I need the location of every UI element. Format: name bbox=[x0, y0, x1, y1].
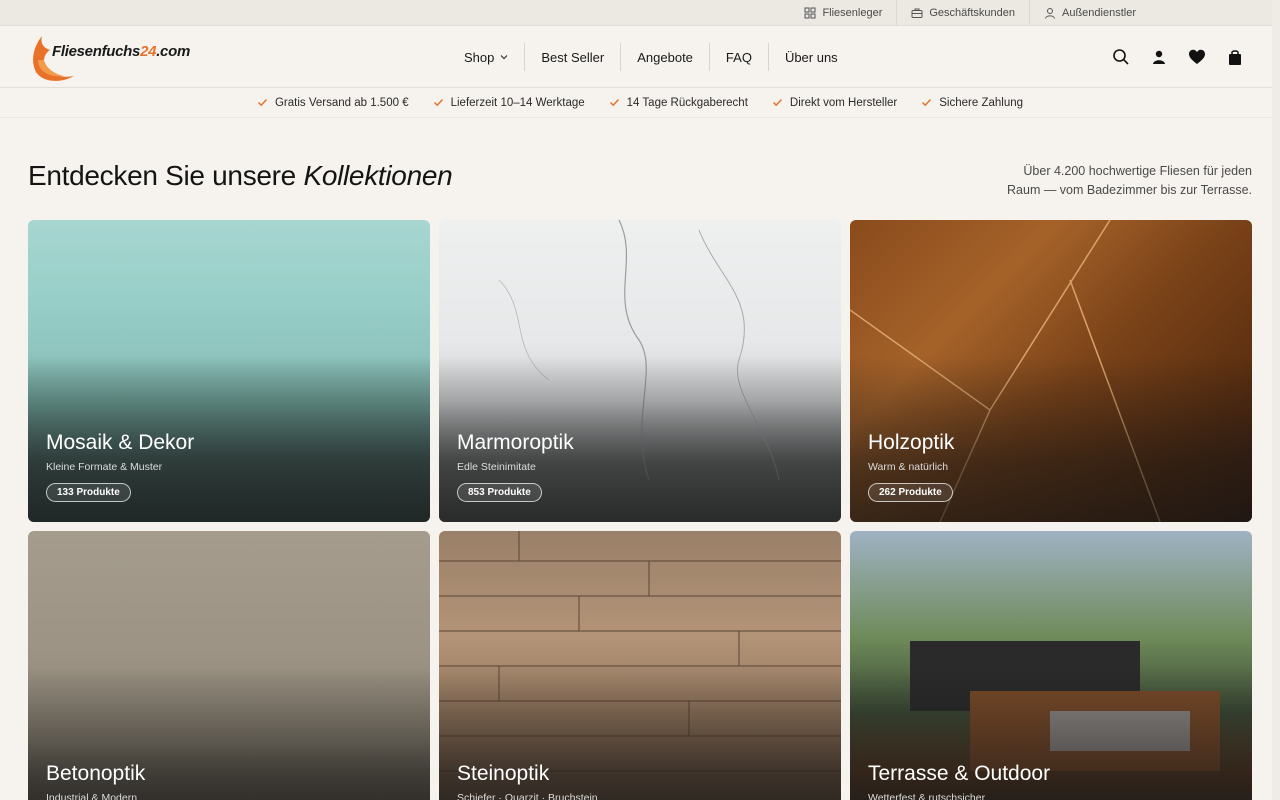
person-icon bbox=[1045, 7, 1055, 19]
collection-info: Mosaik & Dekor Kleine Formate & Muster 1… bbox=[46, 431, 194, 502]
collection-title: Holzoptik bbox=[868, 431, 955, 454]
nav-faq[interactable]: FAQ bbox=[708, 43, 768, 71]
collection-subtitle: Kleine Formate & Muster bbox=[46, 461, 163, 473]
account-icon[interactable] bbox=[1150, 48, 1168, 66]
product-count-badge: 853 Produkte bbox=[457, 483, 542, 502]
collection-title: Marmoroptik bbox=[457, 431, 574, 454]
collection-title: Mosaik & Dekor bbox=[46, 431, 195, 454]
collection-subtitle: Edle Steinimitate bbox=[457, 461, 536, 473]
product-count-badge: 133 Produkte bbox=[46, 483, 131, 502]
collection-info: Marmoroptik Edle Steinimitate 853 Produk… bbox=[457, 431, 574, 502]
collection-subtitle: Industrial & Modern bbox=[46, 792, 138, 800]
logo-wordmark: Fliesenfuchs24.com bbox=[52, 43, 190, 60]
bag-icon[interactable] bbox=[1226, 48, 1244, 66]
usp-item: Lieferzeit 10–14 Werktage bbox=[433, 97, 585, 109]
grid-icon bbox=[804, 7, 816, 18]
heart-icon[interactable] bbox=[1188, 48, 1206, 66]
nav-ueber-uns[interactable]: Über uns bbox=[767, 43, 854, 71]
collection-title: Steinoptik bbox=[457, 762, 550, 785]
main-header: Fliesenfuchs24.com Shop Best Seller Ange… bbox=[0, 26, 1280, 88]
nav-shop[interactable]: Shop bbox=[448, 43, 524, 71]
topbar-link-label: Geschäftskunden bbox=[929, 6, 1015, 19]
topbar-link-geschaeftskunden[interactable]: Geschäftskunden bbox=[896, 0, 1029, 25]
usp-bar: Gratis Versand ab 1.500 € Lieferzeit 10–… bbox=[0, 88, 1280, 118]
top-utility-bar: Fliesenleger Geschäftskunden Außendienst… bbox=[0, 0, 1280, 26]
checkmark-icon bbox=[433, 98, 443, 107]
collections-header: Entdecken Sie unsere Kollektionen Über 4… bbox=[28, 160, 1252, 197]
collection-title: Betonoptik bbox=[46, 762, 146, 785]
collection-subtitle: Wetterfest & rutschsicher bbox=[868, 792, 986, 800]
search-icon[interactable] bbox=[1112, 48, 1130, 66]
topbar-link-aussendienstler[interactable]: Außendienstler bbox=[1029, 0, 1150, 25]
collection-card-marmor[interactable]: Marmoroptik Edle Steinimitate 853 Produk… bbox=[439, 220, 841, 522]
collection-card-mosaik[interactable]: Mosaik & Dekor Kleine Formate & Muster 1… bbox=[28, 220, 430, 522]
usp-item: Direkt vom Hersteller bbox=[772, 97, 897, 109]
topbar-link-label: Außendienstler bbox=[1062, 6, 1136, 19]
chevron-down-icon bbox=[500, 55, 508, 60]
nav-best-seller[interactable]: Best Seller bbox=[524, 43, 620, 71]
collection-info: Steinoptik Schiefer · Quarzit · Bruchste… bbox=[457, 762, 598, 800]
collection-info: Betonoptik Industrial & Modern bbox=[46, 762, 145, 800]
collection-info: Terrasse & Outdoor Wetterfest & rutschsi… bbox=[868, 762, 1050, 800]
collection-subtitle: Warm & natürlich bbox=[868, 461, 949, 473]
collection-info: Holzoptik Warm & natürlich 262 Produkte bbox=[868, 431, 954, 502]
section-subtitle: Über 4.200 hochwertige Fliesen für jeden… bbox=[1007, 164, 1252, 197]
collection-title: Terrasse & Outdoor bbox=[868, 762, 1051, 785]
collection-grid: Mosaik & Dekor Kleine Formate & Muster 1… bbox=[28, 220, 1252, 800]
product-count-badge: 262 Produkte bbox=[868, 483, 953, 502]
header-icon-group bbox=[1112, 26, 1244, 88]
checkmark-icon bbox=[922, 98, 932, 107]
checkmark-icon bbox=[257, 98, 268, 107]
collection-subtitle: Schiefer · Quarzit · Bruchstein bbox=[457, 792, 598, 800]
checkmark-icon bbox=[772, 98, 782, 107]
topbar-link-label: Fliesenleger bbox=[822, 6, 883, 19]
topbar-link-fliesenleger[interactable]: Fliesenleger bbox=[790, 0, 896, 25]
collection-card-terrasse[interactable]: Terrasse & Outdoor Wetterfest & rutschsi… bbox=[850, 531, 1252, 800]
nav-angebote[interactable]: Angebote bbox=[620, 43, 709, 71]
page-scrollbar[interactable] bbox=[1272, 0, 1280, 800]
collection-card-stein[interactable]: Steinoptik Schiefer · Quarzit · Bruchste… bbox=[439, 531, 841, 800]
main-navigation: Shop Best Seller Angebote FAQ Über uns bbox=[448, 26, 854, 88]
collection-card-holz[interactable]: Holzoptik Warm & natürlich 262 Produkte bbox=[850, 220, 1252, 522]
checkmark-icon bbox=[609, 98, 619, 107]
briefcase-icon bbox=[911, 8, 923, 18]
usp-item: Sichere Zahlung bbox=[921, 97, 1023, 109]
usp-item: 14 Tage Rückgaberecht bbox=[609, 97, 748, 109]
site-logo[interactable]: Fliesenfuchs24.com bbox=[28, 30, 190, 84]
collection-card-beton[interactable]: Betonoptik Industrial & Modern bbox=[28, 531, 430, 800]
usp-item: Gratis Versand ab 1.500 € bbox=[257, 97, 409, 109]
